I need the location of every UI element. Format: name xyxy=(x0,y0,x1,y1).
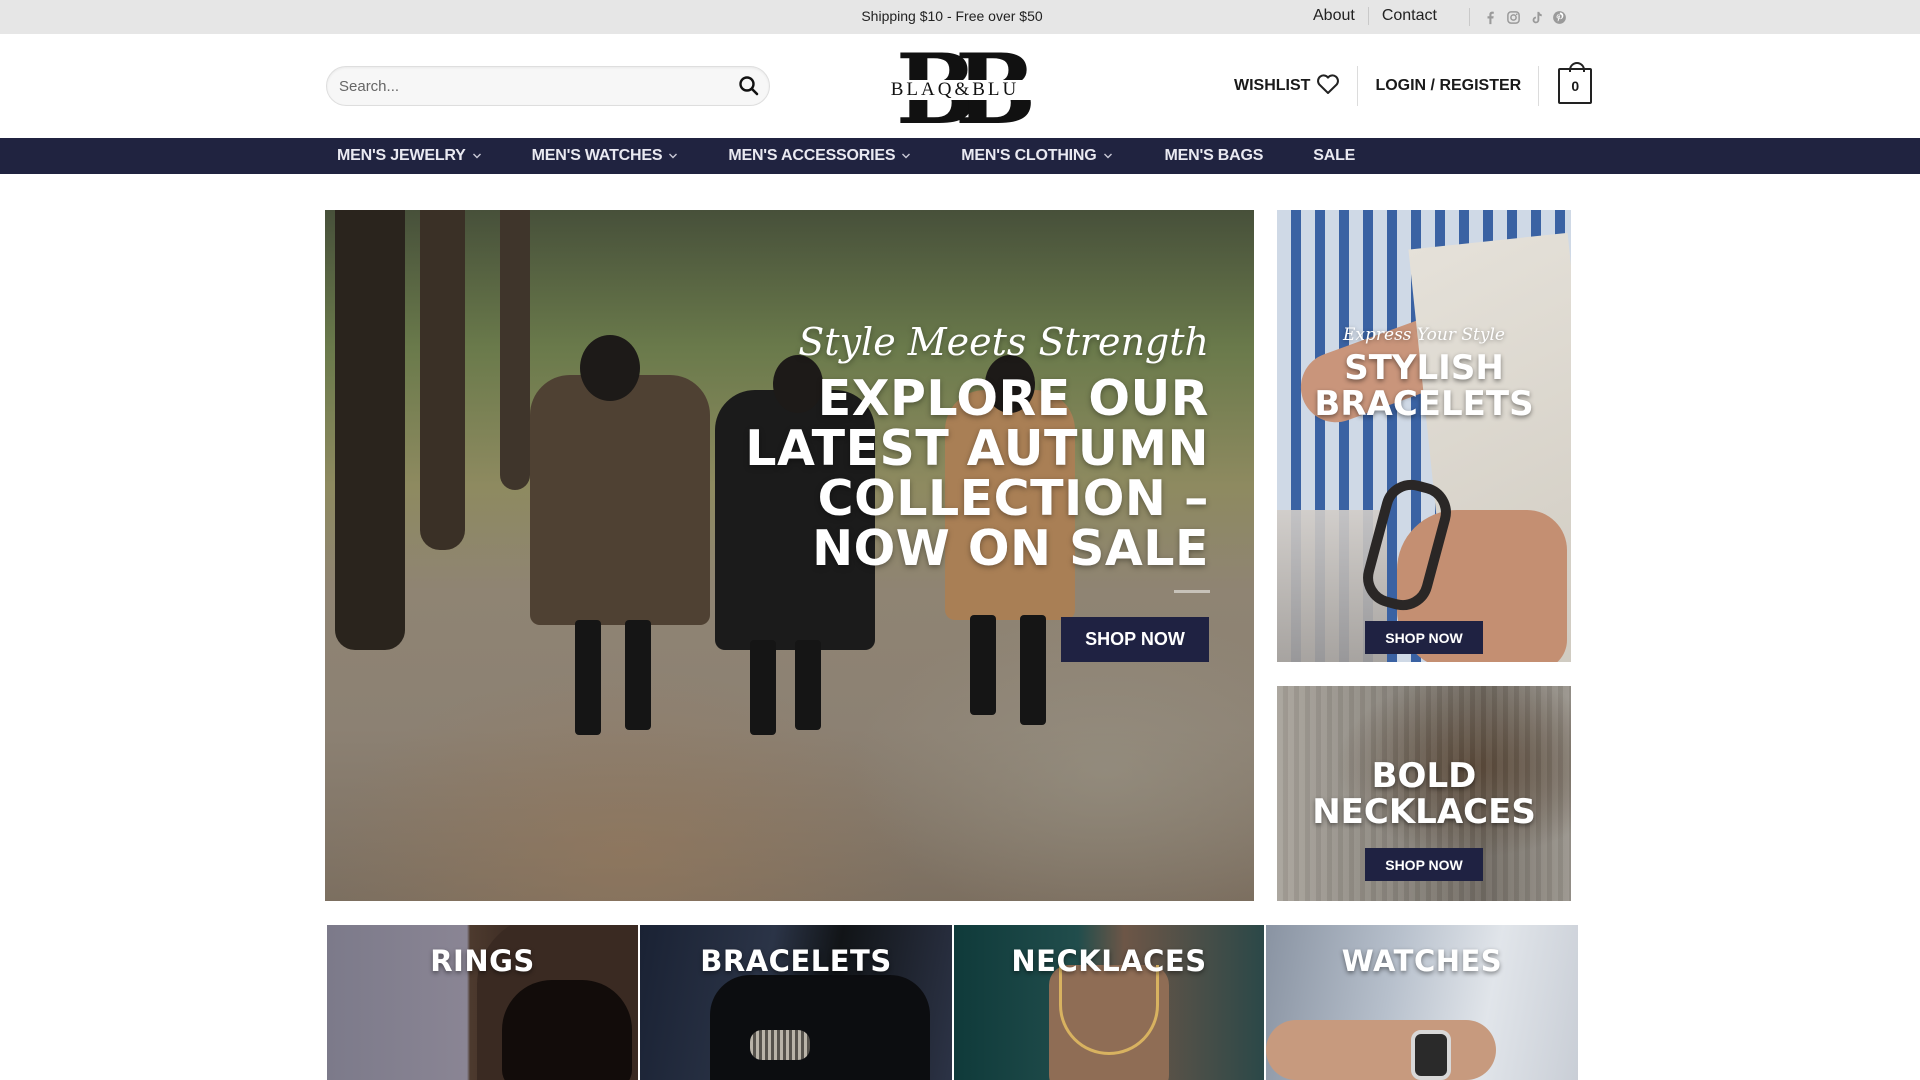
promo-stylish-bracelets[interactable]: Express Your Style STYLISH BRACELETS SHO… xyxy=(1277,210,1571,662)
wishlist-label: WISHLIST xyxy=(1234,77,1311,94)
hero-image-head xyxy=(580,335,640,401)
hero-image-leg xyxy=(575,620,601,735)
hero-image-leg xyxy=(795,640,821,730)
site-logo[interactable]: BB BLAQ&BLU xyxy=(875,33,1053,146)
login-register-link[interactable]: LOGIN / REGISTER xyxy=(1375,77,1521,95)
promo-title: STYLISH BRACELETS xyxy=(1314,348,1534,424)
promo-shop-now-button[interactable]: SHOP NOW xyxy=(1365,848,1483,881)
tiktok-icon[interactable] xyxy=(1529,10,1544,25)
category-label: BRACELETS xyxy=(700,944,892,978)
wishlist-link[interactable]: WISHLIST xyxy=(1234,73,1340,100)
category-rings[interactable]: RINGS xyxy=(327,925,638,1080)
nav-label: MEN'S BAGS xyxy=(1164,147,1264,164)
heart-icon xyxy=(1316,73,1340,100)
hero-image-tree xyxy=(335,210,405,650)
nav-item-mens-clothing[interactable]: MEN'S CLOTHING xyxy=(961,147,1112,165)
category-image-bracelet xyxy=(750,1030,810,1060)
category-image-watch xyxy=(1411,1030,1451,1080)
promo-title: BOLD NECKLACES xyxy=(1312,756,1536,832)
nav-label: MEN'S CLOTHING xyxy=(961,147,1097,164)
site-header: BB BLAQ&BLU WISHLIST LOGIN / REGISTER 0 xyxy=(0,33,1920,146)
shipping-notice: Shipping $10 - Free over $50 xyxy=(861,8,1043,24)
hero-shop-now-button[interactable]: SHOP NOW xyxy=(1061,617,1209,662)
hero-image-leg xyxy=(1020,615,1046,725)
category-image-beard xyxy=(502,980,632,1080)
chevron-down-icon xyxy=(902,153,911,159)
facebook-icon[interactable] xyxy=(1483,10,1498,25)
divider xyxy=(1469,8,1470,26)
hero-divider xyxy=(1174,590,1210,593)
top-links: About Contact xyxy=(1313,7,1437,25)
promo-bold-necklaces[interactable]: BOLD NECKLACES SHOP NOW xyxy=(1277,686,1571,901)
hero-text: Style Meets Strength EXPLORE OUR LATEST … xyxy=(745,320,1209,574)
search-icon[interactable] xyxy=(737,74,761,98)
promo-shop-now-button[interactable]: SHOP NOW xyxy=(1365,621,1483,654)
nav-item-mens-watches[interactable]: MEN'S WATCHES xyxy=(532,147,679,165)
search-box xyxy=(326,66,770,106)
nav-label: MEN'S ACCESSORIES xyxy=(728,147,896,164)
hero-image-leg xyxy=(625,620,651,730)
category-label: WATCHES xyxy=(1341,944,1503,978)
pinterest-icon[interactable] xyxy=(1552,10,1567,25)
nav-label: MEN'S JEWELRY xyxy=(337,147,466,164)
category-image-jacket xyxy=(710,975,930,1080)
promo-kicker: Express Your Style xyxy=(1343,325,1505,345)
hero-tagline: Style Meets Strength xyxy=(798,320,1209,364)
instagram-icon[interactable] xyxy=(1506,10,1521,25)
main-nav: MEN'S JEWELRY MEN'S WATCHES MEN'S ACCESS… xyxy=(0,138,1920,174)
contact-link[interactable]: Contact xyxy=(1382,7,1437,25)
hero-image-leg xyxy=(970,615,996,715)
cart-button[interactable]: 0 xyxy=(1558,62,1593,104)
chevron-down-icon xyxy=(472,153,481,159)
hero-image-leg xyxy=(750,640,776,735)
hero-image-tree xyxy=(500,210,530,490)
nav-item-sale[interactable]: SALE xyxy=(1313,147,1355,165)
category-necklaces[interactable]: NECKLACES xyxy=(954,925,1264,1080)
header-actions: WISHLIST LOGIN / REGISTER 0 xyxy=(1234,62,1593,106)
hero-headline: EXPLORE OUR LATEST AUTUMN COLLECTION – N… xyxy=(745,370,1209,577)
category-watches[interactable]: WATCHES xyxy=(1266,925,1578,1080)
hero-banner[interactable]: Style Meets Strength EXPLORE OUR LATEST … xyxy=(325,210,1254,901)
nav-item-mens-bags[interactable]: MEN'S BAGS xyxy=(1165,147,1264,165)
chevron-down-icon xyxy=(1103,153,1112,159)
category-bracelets[interactable]: BRACELETS xyxy=(640,925,952,1080)
nav-list: MEN'S JEWELRY MEN'S WATCHES MEN'S ACCESS… xyxy=(337,138,1405,174)
divider xyxy=(1538,66,1540,106)
category-label: RINGS xyxy=(430,944,535,978)
about-link[interactable]: About xyxy=(1313,7,1355,25)
divider xyxy=(1357,66,1359,106)
category-label: NECKLACES xyxy=(1011,944,1207,978)
divider xyxy=(1367,7,1369,25)
category-image-arm xyxy=(1266,1020,1496,1080)
social-links xyxy=(1469,5,1567,29)
nav-item-mens-accessories[interactable]: MEN'S ACCESSORIES xyxy=(728,147,911,165)
logo-text: BLAQ&BLU xyxy=(875,80,1035,100)
nav-label: MEN'S WATCHES xyxy=(531,147,663,164)
hero-image-figure xyxy=(530,375,710,625)
nav-item-mens-jewelry[interactable]: MEN'S JEWELRY xyxy=(337,147,482,165)
search-input[interactable] xyxy=(339,67,719,105)
hero-image-tree xyxy=(420,210,465,550)
nav-label: SALE xyxy=(1313,147,1356,164)
cart-count: 0 xyxy=(1571,78,1580,94)
top-bar: Shipping $10 - Free over $50 About Conta… xyxy=(0,0,1920,34)
chevron-down-icon xyxy=(669,153,678,159)
